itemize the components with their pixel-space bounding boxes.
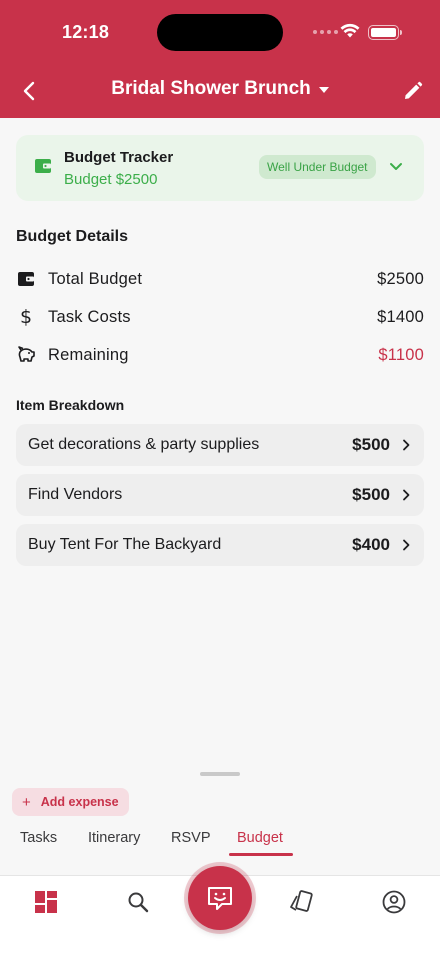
cards-icon xyxy=(290,890,313,912)
add-expense-label: Add expense xyxy=(40,795,119,809)
detail-value: $1100 xyxy=(378,345,424,364)
dynamic-island xyxy=(157,14,283,51)
edit-button[interactable] xyxy=(398,76,428,106)
chevron-right-icon xyxy=(402,438,412,452)
search-icon xyxy=(128,892,149,913)
tracker-budget: Budget $2500 xyxy=(64,171,158,188)
section-tabs: Tasks Itinerary RSVP Budget xyxy=(0,826,440,856)
item-name: Buy Tent For The Backyard xyxy=(28,536,222,553)
item-price: $500 xyxy=(352,435,390,454)
nav-cards[interactable] xyxy=(287,888,315,916)
dollar-icon: $ xyxy=(19,306,33,328)
tab-budget[interactable]: Budget xyxy=(237,830,283,846)
wallet-icon xyxy=(16,269,36,289)
active-tab-indicator xyxy=(229,853,293,856)
chevron-right-icon xyxy=(402,488,412,502)
remaining-row: Remaining $1100 xyxy=(16,343,424,367)
item-price: $400 xyxy=(352,535,390,554)
app-header: 12:18 Bridal Shower Brunch xyxy=(0,0,440,118)
nav-profile[interactable] xyxy=(380,888,408,916)
chevron-down-icon xyxy=(390,163,402,170)
detail-value: $1400 xyxy=(377,307,424,326)
detail-label: Total Budget xyxy=(48,269,143,288)
chevron-right-icon xyxy=(402,538,412,552)
tab-rsvp[interactable]: RSVP xyxy=(171,830,211,846)
task-costs-row: $ Task Costs $1400 xyxy=(16,305,424,329)
list-item[interactable]: Find Vendors $500 xyxy=(16,474,424,516)
item-name: Find Vendors xyxy=(28,486,123,503)
budget-tracker-card[interactable]: Budget Tracker Budget $2500 Well Under B… xyxy=(16,135,424,201)
list-item[interactable]: Buy Tent For The Backyard $400 xyxy=(16,524,424,566)
wifi-icon xyxy=(340,23,360,38)
dashboard-icon xyxy=(35,891,57,913)
status-time: 12:18 xyxy=(62,22,110,42)
tab-tasks[interactable]: Tasks xyxy=(20,830,57,846)
wallet-icon xyxy=(35,159,51,173)
nav-search[interactable] xyxy=(124,888,152,916)
pencil-icon xyxy=(405,81,423,99)
item-breakdown-heading: Item Breakdown xyxy=(16,397,125,413)
add-expense-button[interactable]: + Add expense xyxy=(12,788,129,816)
battery-icon xyxy=(368,25,402,40)
detail-label: Remaining xyxy=(48,345,129,364)
cellular-signal-icon xyxy=(313,30,338,34)
detail-value: $2500 xyxy=(377,269,424,288)
item-price: $500 xyxy=(352,485,390,504)
piggy-bank-icon xyxy=(16,345,36,365)
tab-itinerary[interactable]: Itinerary xyxy=(88,830,140,846)
profile-icon xyxy=(382,890,406,914)
event-title-dropdown[interactable]: Bridal Shower Brunch xyxy=(0,78,440,100)
chat-icon xyxy=(208,887,232,910)
detail-label: Task Costs xyxy=(48,307,131,326)
budget-details-heading: Budget Details xyxy=(16,228,129,245)
total-budget-row: Total Budget $2500 xyxy=(16,267,424,291)
plus-icon: + xyxy=(22,793,31,811)
sheet-grabber[interactable] xyxy=(200,772,240,776)
tracker-title: Budget Tracker xyxy=(64,149,174,166)
page-title: Bridal Shower Brunch xyxy=(111,78,311,99)
nav-dashboard[interactable] xyxy=(32,888,60,916)
list-item[interactable]: Get decorations & party supplies $500 xyxy=(16,424,424,466)
caret-down-icon xyxy=(318,87,329,93)
item-name: Get decorations & party supplies xyxy=(28,436,260,453)
chat-assistant-button[interactable] xyxy=(188,866,252,930)
status-badge: Well Under Budget xyxy=(259,155,376,179)
expand-tracker-button[interactable] xyxy=(386,157,406,177)
